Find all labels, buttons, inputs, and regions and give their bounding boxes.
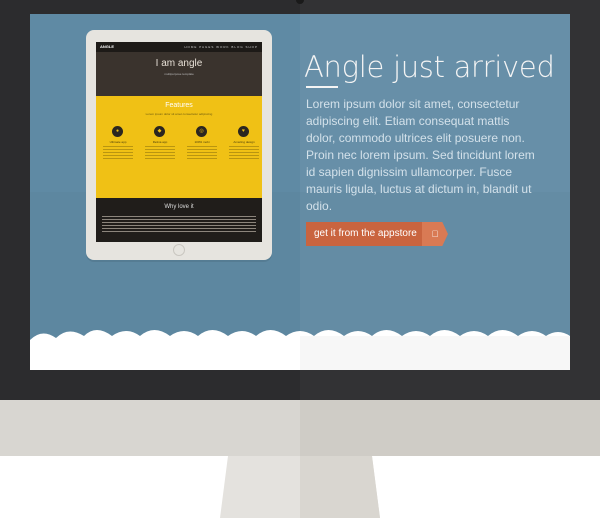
feature-label-2: Retina app [152, 140, 168, 144]
tablet-features-line: Lorem ipsum dolor sit amet consectetur a… [145, 112, 213, 116]
tablet-hero-title: I am angle [155, 58, 203, 69]
tablet-navbar: ANGLE HOME PAGES WORK BLOG SHOP [96, 42, 262, 52]
tablet-mockup: ANGLE HOME PAGES WORK BLOG SHOP I am ang… [86, 30, 272, 260]
feature-text-3 [187, 146, 217, 160]
feature-text-2 [145, 146, 175, 160]
feature-text-4 [229, 146, 259, 160]
feature-icon-2: ◆ [154, 126, 165, 137]
tablet-home-button [173, 244, 185, 256]
tablet-logo: ANGLE [100, 44, 114, 49]
monitor-screen: ANGLE HOME PAGES WORK BLOG SHOP I am ang… [30, 14, 570, 370]
hero-title-underline [306, 86, 338, 88]
feature-label-4: Amazing design [233, 140, 255, 144]
tablet-why-title: Why love it [164, 204, 194, 210]
clouds-decoration [30, 330, 570, 370]
tablet-features-title: Features [165, 102, 193, 109]
monitor-stand-shade [300, 456, 380, 518]
feature-label-1: Ultimate app [109, 140, 127, 144]
tablet-hero-subtitle: multipurpose template [164, 72, 194, 76]
feature-text-1 [103, 146, 133, 160]
feature-label-3: 100% mobi [194, 140, 210, 144]
tablet-nav-links: HOME PAGES WORK BLOG SHOP [184, 45, 258, 49]
heart-icon: ♥ [238, 126, 249, 137]
tablet-screen: ANGLE HOME PAGES WORK BLOG SHOP I am ang… [96, 42, 262, 242]
appstore-button[interactable]: get it from the appstore [306, 222, 429, 246]
hero-body: Lorem ipsum dolor sit amet, consectetur … [306, 97, 535, 213]
feature-icon-1: ● [112, 126, 123, 137]
monitor-chin-shade [300, 400, 600, 456]
hero-title: Angle just arrived [304, 50, 555, 84]
feature-icon-3: ◎ [196, 126, 207, 137]
tablet-paragraph [102, 216, 256, 234]
